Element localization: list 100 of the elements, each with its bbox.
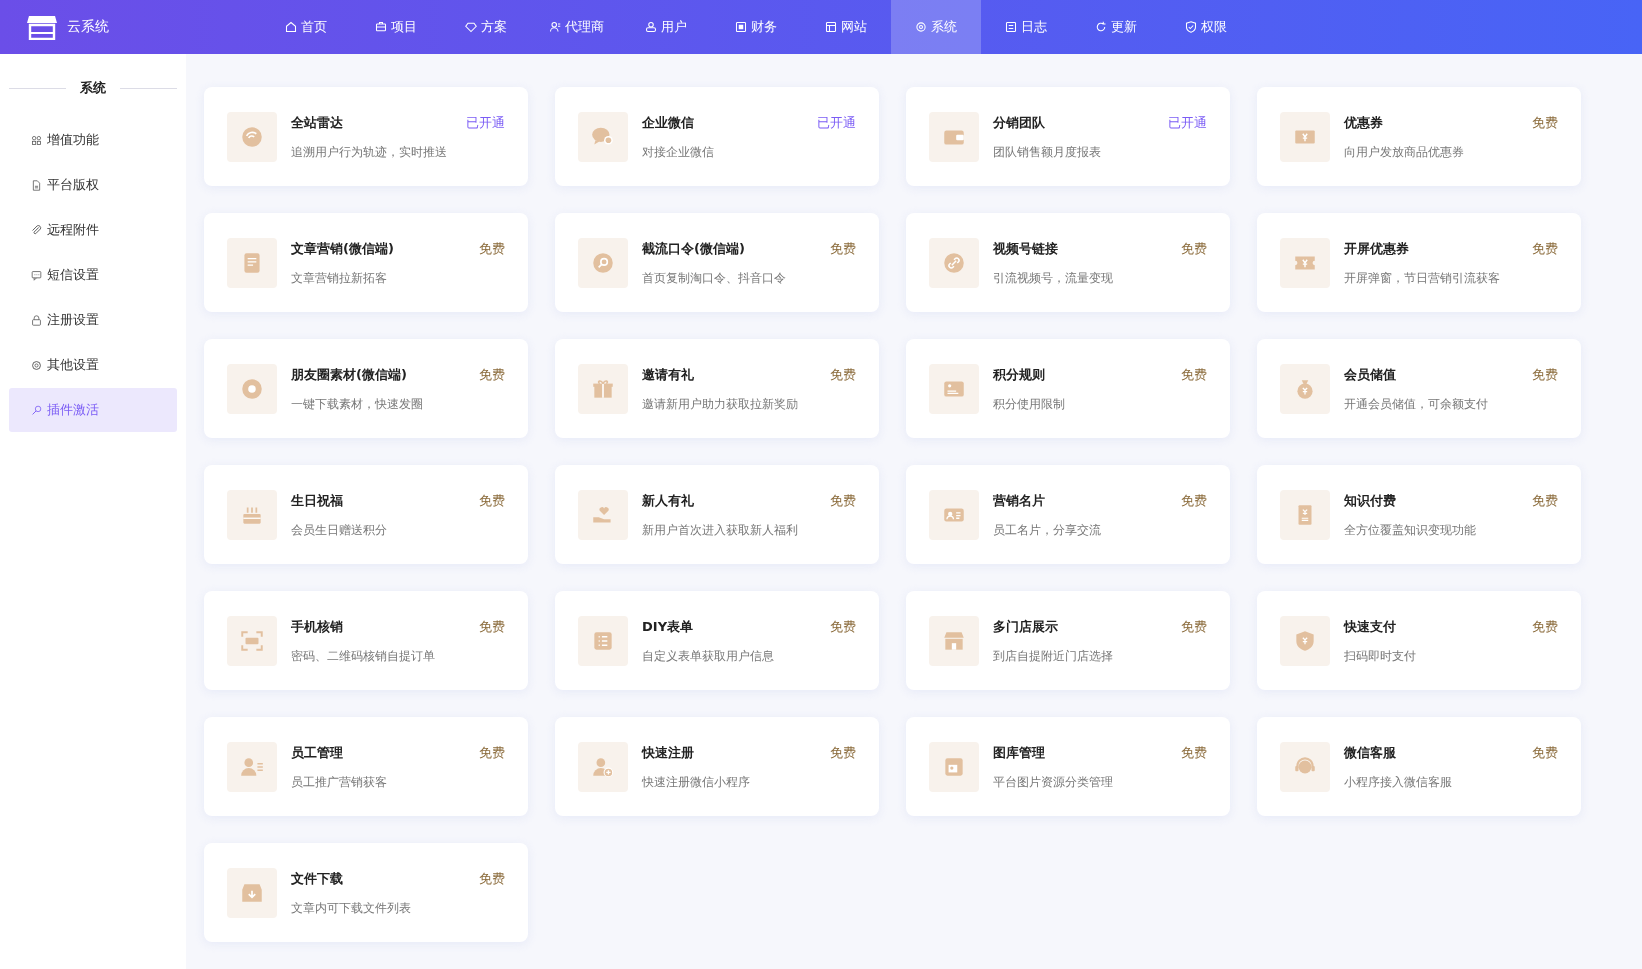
sidebar-title: 系统	[80, 79, 106, 97]
plugin-name: 会员储值	[1344, 365, 1396, 384]
nav-tab[interactable]: 方案	[441, 0, 531, 54]
plugin-name: 手机核销	[291, 617, 343, 636]
plugin-name: 快速支付	[1344, 617, 1396, 636]
plugin-card[interactable]: 文件下载 免费 文章内可下载文件列表	[204, 843, 528, 942]
sidebar-item[interactable]: 增值功能	[9, 118, 177, 162]
users-icon	[645, 21, 657, 33]
plugin-description: 开通会员储值，可余额支付	[1344, 396, 1489, 412]
user-icon	[548, 21, 561, 33]
plugin-card[interactable]: 文章营销(微信端) 免费 文章营销拉新拓客	[204, 213, 528, 312]
plugin-card[interactable]: 截流口令(微信端) 免费 首页复制淘口令、抖音口令	[555, 213, 879, 312]
plugin-name: 图库管理	[993, 743, 1045, 762]
nav-tab[interactable]: 首页	[261, 0, 351, 54]
message-icon	[31, 269, 42, 281]
plugin-name: 邀请有礼	[642, 365, 694, 384]
settings-icon	[915, 21, 927, 33]
plugin-status: 免费	[1532, 239, 1558, 258]
plugin-description: 小程序接入微信客服	[1344, 774, 1453, 790]
sidebar-item[interactable]: 平台版权	[9, 163, 177, 207]
plugin-description: 向用户发放商品优惠券	[1344, 144, 1465, 160]
plugin-status: 免费	[1532, 617, 1558, 636]
plugin-card[interactable]: 优惠券 免费 向用户发放商品优惠券	[1257, 87, 1581, 186]
plugin-name: 多门店展示	[993, 617, 1058, 636]
plugin-status: 已开通	[1168, 113, 1207, 132]
log-icon	[1005, 21, 1017, 33]
plugin-description: 自定义表单获取用户信息	[642, 648, 775, 664]
plugin-card[interactable]: DIY表单 免费 自定义表单获取用户信息	[555, 591, 879, 690]
plugin-status: 已开通	[466, 113, 505, 132]
diamond-icon	[465, 21, 477, 33]
plugin-status: 免费	[1532, 491, 1558, 510]
plugin-status: 免费	[479, 869, 505, 888]
plugin-description: 员工名片，分享交流	[993, 522, 1102, 538]
plugin-name: 全站雷达	[291, 113, 343, 132]
file-icon	[31, 179, 42, 191]
plugin-card[interactable]: 分销团队 已开通 团队销售额月度报表	[906, 87, 1230, 186]
plugin-card[interactable]: 全站雷达 已开通 追溯用户行为轨迹，实时推送	[204, 87, 528, 186]
plugin-card[interactable]: 积分规则 免费 积分使用限制	[906, 339, 1230, 438]
lock-icon	[31, 314, 42, 326]
plugin-card[interactable]: 快速注册 免费 快速注册微信小程序	[555, 717, 879, 816]
plugin-name: 知识付费	[1344, 491, 1396, 510]
nav-tab[interactable]: 用户	[621, 0, 711, 54]
nav-tab[interactable]: 财务	[711, 0, 801, 54]
sidebar-item[interactable]: 注册设置	[9, 298, 177, 342]
plugin-description: 新用户首次进入获取新人福利	[642, 522, 799, 538]
nav-tab[interactable]: 项目	[351, 0, 441, 54]
sidebar-item[interactable]: 短信设置	[9, 253, 177, 297]
plugin-description: 扫码即时支付	[1344, 648, 1417, 664]
layout-icon	[825, 21, 837, 33]
sidebar-item[interactable]: 其他设置	[9, 343, 177, 387]
plugin-name: 文章营销(微信端)	[291, 239, 394, 258]
sidebar-item[interactable]: 插件激活	[9, 388, 177, 432]
plugin-name: 企业微信	[642, 113, 694, 132]
plugin-card[interactable]: 新人有礼 免费 新用户首次进入获取新人福利	[555, 465, 879, 564]
plugin-status: 已开通	[817, 113, 856, 132]
nav-tab[interactable]: 权限	[1161, 0, 1251, 54]
grid-icon	[31, 134, 42, 146]
plugin-description: 引流视频号，流量变现	[993, 270, 1114, 286]
square-icon	[735, 21, 747, 33]
key-icon	[31, 404, 42, 416]
plugin-card[interactable]: 生日祝福 免费 会员生日赠送积分	[204, 465, 528, 564]
plugin-card[interactable]: 多门店展示 免费 到店自提附近门店选择	[906, 591, 1230, 690]
plugin-name: 文件下载	[291, 869, 343, 888]
sidebar-item[interactable]: 远程附件	[9, 208, 177, 252]
plugin-status: 免费	[1532, 743, 1558, 762]
plugin-status: 免费	[830, 365, 856, 384]
nav-tab[interactable]: 代理商	[531, 0, 621, 54]
plugin-name: 视频号链接	[993, 239, 1058, 258]
plugin-card[interactable]: 朋友圈素材(微信端) 免费 一键下载素材，快速发圈	[204, 339, 528, 438]
plugin-description: 密码、二维码核销自提订单	[291, 648, 436, 664]
plugin-status: 免费	[479, 617, 505, 636]
plugin-card[interactable]: 手机核销 免费 密码、二维码核销自提订单	[204, 591, 528, 690]
plugin-name: 积分规则	[993, 365, 1045, 384]
plugin-card[interactable]: 企业微信 已开通 对接企业微信	[555, 87, 879, 186]
nav-tab[interactable]: 更新	[1071, 0, 1161, 54]
plugin-description: 积分使用限制	[993, 396, 1066, 412]
plugin-card[interactable]: 会员储值 免费 开通会员储值，可余额支付	[1257, 339, 1581, 438]
plugin-name: DIY表单	[642, 617, 694, 636]
plugin-card[interactable]: 邀请有礼 免费 邀请新用户助力获取拉新奖励	[555, 339, 879, 438]
plugin-name: 快速注册	[642, 743, 694, 762]
shield-check-icon	[1185, 21, 1197, 33]
plugin-name: 优惠券	[1344, 113, 1383, 132]
plugin-card[interactable]: 知识付费 免费 全方位覆盖知识变现功能	[1257, 465, 1581, 564]
plugin-card[interactable]: 开屏优惠券 免费 开屏弹窗，节日营销引流获客	[1257, 213, 1581, 312]
plugin-card[interactable]: 视频号链接 免费 引流视频号，流量变现	[906, 213, 1230, 312]
plugin-status: 免费	[479, 743, 505, 762]
plugin-card[interactable]: 营销名片 免费 员工名片，分享交流	[906, 465, 1230, 564]
plugin-card[interactable]: 图库管理 免费 平台图片资源分类管理	[906, 717, 1230, 816]
plugin-description: 对接企业微信	[642, 144, 715, 160]
plugin-card[interactable]: 微信客服 免费 小程序接入微信客服	[1257, 717, 1581, 816]
plugin-status: 免费	[1181, 743, 1207, 762]
nav-tab[interactable]: 网站	[801, 0, 891, 54]
plugin-card[interactable]: 快速支付 免费 扫码即时支付	[1257, 591, 1581, 690]
plugin-status: 免费	[1181, 491, 1207, 510]
paperclip-icon	[31, 224, 42, 236]
plugin-name: 分销团队	[993, 113, 1045, 132]
plugin-description: 全方位覆盖知识变现功能	[1344, 522, 1477, 538]
plugin-status: 免费	[479, 365, 505, 384]
nav-tab[interactable]: 日志	[981, 0, 1071, 54]
plugin-card[interactable]: 员工管理 免费 员工推广营销获客	[204, 717, 528, 816]
